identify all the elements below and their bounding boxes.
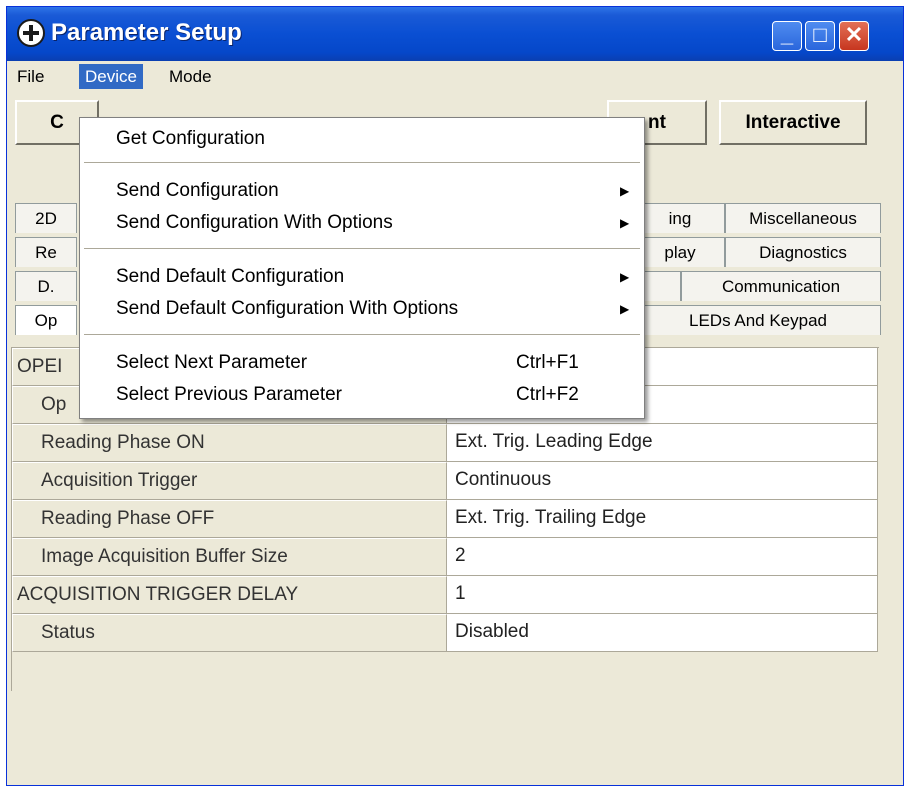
menu-item-label: Send Default Configuration — [116, 266, 345, 287]
interactive-button[interactable]: Interactive — [719, 100, 867, 145]
menu-item-label: Send Configuration — [116, 180, 279, 201]
table-row[interactable]: Reading Phase OFF Ext. Trig. Trailing Ed… — [12, 500, 878, 538]
close-button[interactable]: ✕ — [839, 21, 869, 51]
table-row[interactable]: Reading Phase ON Ext. Trig. Leading Edge — [12, 424, 878, 462]
parameter-label: Acquisition Trigger — [12, 462, 447, 500]
parameter-label: Reading Phase OFF — [12, 500, 447, 538]
tab-leds-and-keypad[interactable]: LEDs And Keypad — [635, 305, 881, 335]
tab-re[interactable]: Re — [15, 237, 77, 267]
table-row[interactable]: Status Disabled — [12, 614, 878, 652]
close-icon: ✕ — [844, 22, 864, 47]
parameter-label: Status — [12, 614, 447, 652]
minimize-icon: _ — [780, 22, 794, 47]
menu-item-send-configuration[interactable]: Send Configuration ▶ — [80, 174, 644, 208]
parameter-label: Reading Phase ON — [12, 424, 447, 462]
menu-item-send-default-configuration[interactable]: Send Default Configuration ▶ — [80, 260, 644, 294]
tab-2d[interactable]: 2D — [15, 203, 77, 233]
maximize-button[interactable]: □ — [805, 21, 835, 51]
tab-ing[interactable]: ing — [635, 203, 725, 233]
parameter-label: Image Acquisition Buffer Size — [12, 538, 447, 576]
tab-diagnostics[interactable]: Diagnostics — [725, 237, 881, 267]
parameter-value[interactable]: Ext. Trig. Leading Edge — [447, 424, 878, 462]
menu-item-label: Send Default Configuration With Options — [116, 298, 459, 319]
parameter-value[interactable]: Disabled — [447, 614, 878, 652]
submenu-arrow-icon: ▶ — [620, 216, 630, 230]
menu-item-select-previous-parameter[interactable]: Select Previous Parameter Ctrl+F2 — [80, 378, 644, 412]
menu-bar: File Device Mode — [7, 61, 903, 92]
menu-shortcut: Ctrl+F1 — [516, 352, 579, 373]
menu-item-label: Send Configuration With Options — [116, 212, 393, 233]
table-row[interactable]: Acquisition Trigger Continuous — [12, 462, 878, 500]
tab-op[interactable]: Op — [15, 305, 77, 335]
minimize-button[interactable]: _ — [772, 21, 802, 51]
table-row[interactable]: Image Acquisition Buffer Size 2 — [12, 538, 878, 576]
app-logo-icon — [17, 19, 45, 47]
device-menu-dropdown: Get Configuration Send Configuration ▶ S… — [79, 117, 645, 419]
parameter-value[interactable]: Continuous — [447, 462, 878, 500]
parameter-value[interactable]: Ext. Trig. Trailing Edge — [447, 500, 878, 538]
menu-item-label: Get Configuration — [116, 128, 265, 149]
menu-item-select-next-parameter[interactable]: Select Next Parameter Ctrl+F1 — [80, 346, 644, 380]
tab-d[interactable]: D. — [15, 271, 77, 301]
menu-item-label: Select Next Parameter — [116, 352, 308, 373]
menu-separator — [84, 248, 640, 250]
menu-shortcut: Ctrl+F2 — [516, 384, 579, 405]
window-title: Parameter Setup — [51, 19, 242, 46]
menu-item-label: Select Previous Parameter — [116, 384, 342, 405]
menu-item-send-default-configuration-with-options[interactable]: Send Default Configuration With Options … — [80, 292, 644, 326]
menu-separator — [84, 162, 640, 164]
parameter-value[interactable]: 1 — [447, 576, 878, 614]
menu-mode[interactable]: Mode — [163, 64, 218, 89]
tab-miscellaneous[interactable]: Miscellaneous — [725, 203, 881, 233]
parameter-label: ACQUISITION TRIGGER DELAY — [12, 576, 447, 614]
submenu-arrow-icon: ▶ — [620, 184, 630, 198]
menu-device[interactable]: Device — [79, 64, 143, 89]
title-bar[interactable]: Parameter Setup _ □ ✕ — [7, 7, 903, 61]
parameter-setup-window: Parameter Setup _ □ ✕ File Device Mode C… — [6, 6, 904, 786]
submenu-arrow-icon: ▶ — [620, 270, 630, 284]
menu-item-send-configuration-with-options[interactable]: Send Configuration With Options ▶ — [80, 206, 644, 240]
maximize-icon: □ — [813, 22, 827, 47]
parameter-value[interactable]: 2 — [447, 538, 878, 576]
menu-file[interactable]: File — [11, 64, 50, 89]
menu-separator — [84, 334, 640, 336]
tab-play[interactable]: play — [635, 237, 725, 267]
submenu-arrow-icon: ▶ — [620, 302, 630, 316]
tab-communication[interactable]: Communication — [681, 271, 881, 301]
menu-item-get-configuration[interactable]: Get Configuration — [80, 122, 644, 156]
table-row[interactable]: ACQUISITION TRIGGER DELAY 1 — [12, 576, 878, 614]
